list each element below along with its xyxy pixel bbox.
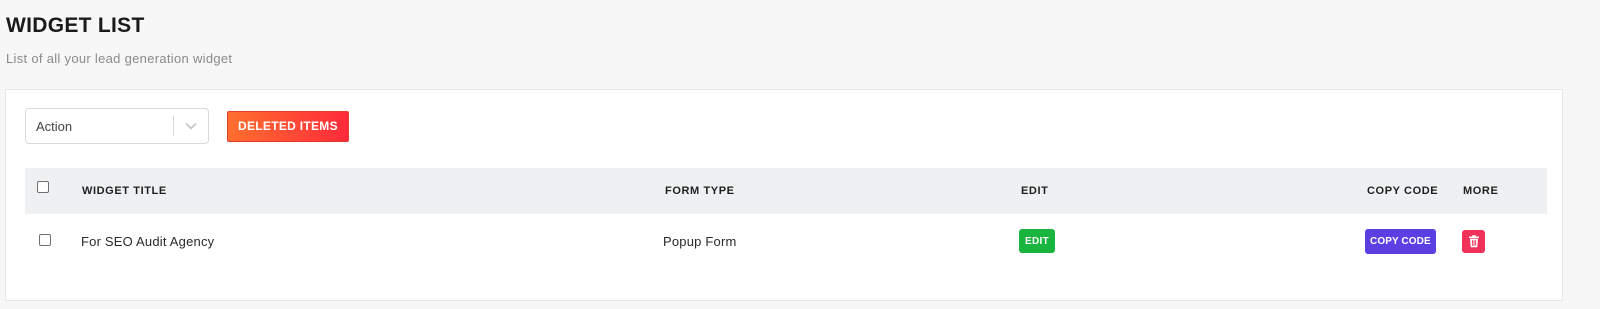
row-form-type-cell: Popup Form	[663, 214, 737, 268]
toolbar: Action DELETED ITEMS	[25, 108, 349, 144]
row-edit-cell: EDIT	[1019, 214, 1055, 268]
edit-button[interactable]: EDIT	[1019, 229, 1055, 253]
row-checkbox[interactable]	[39, 233, 51, 246]
column-header-form-type: FORM TYPE	[665, 168, 735, 214]
form-type: Popup Form	[663, 233, 737, 249]
widget-title: For SEO Audit Agency	[81, 233, 215, 249]
deleted-items-button[interactable]: DELETED ITEMS	[227, 110, 349, 142]
row-title-cell: For SEO Audit Agency	[81, 214, 214, 268]
chevron-down-icon[interactable]	[174, 108, 208, 144]
row-more-cell	[1462, 214, 1485, 268]
page-subtitle: List of all your lead generation widget	[6, 51, 233, 66]
table-row: For SEO Audit Agency Popup Form EDIT COP…	[25, 214, 1547, 268]
widget-list-card: Action DELETED ITEMS WIDGET TITLE FORM T…	[5, 89, 1563, 301]
column-header-title: WIDGET TITLE	[82, 168, 167, 214]
column-header-more-label: MORE	[1463, 185, 1499, 197]
trash-icon	[1468, 234, 1479, 247]
copy-code-button[interactable]: COPY CODE	[1365, 228, 1436, 254]
column-header-edit-label: EDIT	[1021, 185, 1049, 197]
row-select-cell	[39, 214, 51, 268]
column-header-more: MORE	[1463, 168, 1498, 214]
column-header-copy-code-label: COPY CODE	[1367, 185, 1439, 197]
column-header-edit: EDIT	[1021, 168, 1048, 214]
select-all-cell	[37, 168, 49, 214]
column-header-title-label: WIDGET TITLE	[82, 185, 167, 197]
action-select[interactable]: Action	[25, 108, 209, 144]
widget-table: WIDGET TITLE FORM TYPE EDIT COPY CODE MO…	[25, 168, 1547, 268]
page-title: WIDGET LIST	[6, 14, 145, 37]
row-copy-code-cell: COPY CODE	[1365, 214, 1436, 268]
page-header: WIDGET LIST List of all your lead genera…	[6, 13, 232, 66]
select-all-checkbox[interactable]	[37, 181, 49, 193]
table-header: WIDGET TITLE FORM TYPE EDIT COPY CODE MO…	[25, 168, 1547, 214]
delete-button[interactable]	[1462, 229, 1485, 253]
action-select-value: Action	[36, 118, 73, 134]
column-header-copy-code: COPY CODE	[1367, 168, 1438, 214]
column-header-form-type-label: FORM TYPE	[665, 185, 735, 197]
